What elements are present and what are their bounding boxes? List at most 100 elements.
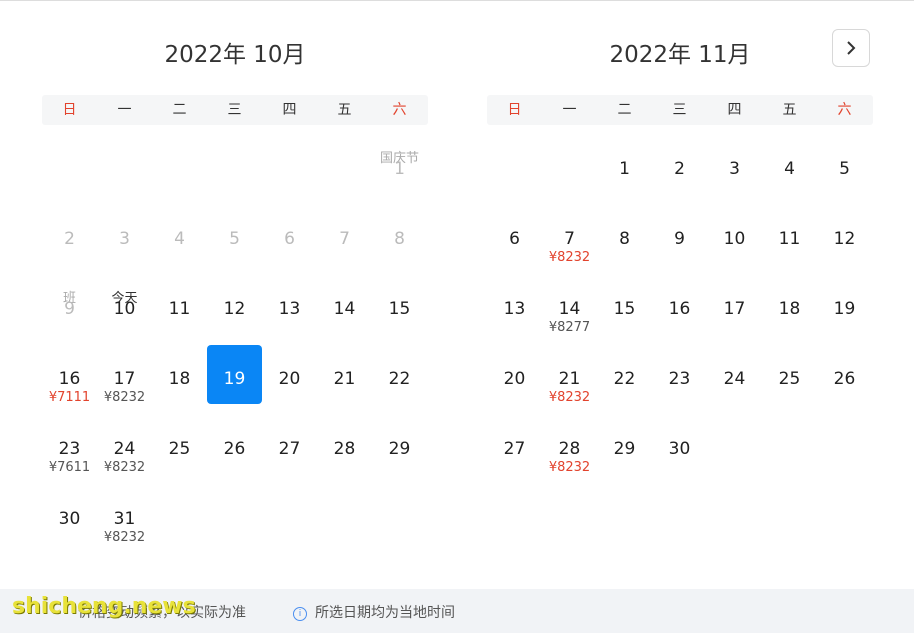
calendar-day[interactable]: 16 ¥7111	[42, 359, 97, 419]
calendar-day[interactable]: 12	[817, 219, 872, 279]
calendar-day[interactable]: 26	[817, 359, 872, 419]
day-number: 29	[388, 439, 411, 459]
weekday-label: 四	[727, 102, 742, 118]
day-number: 28	[558, 439, 581, 459]
day-price: ¥8232	[103, 460, 146, 475]
weekday-header: 日一二三四五六	[487, 95, 873, 125]
calendar-day[interactable]: 10	[707, 219, 762, 279]
day-number: 12	[223, 299, 246, 319]
calendar-day[interactable]: 31 ¥8232	[97, 499, 152, 559]
calendar-day[interactable]: 24	[707, 359, 762, 419]
day-number: 6	[284, 229, 295, 249]
calendar-day[interactable]: 4	[762, 149, 817, 209]
calendar-day[interactable]: 21 ¥8232	[542, 359, 597, 419]
calendar-day[interactable]: 6	[487, 219, 542, 279]
calendar-day[interactable]: 13	[487, 289, 542, 349]
month-title: 2022年 10月	[164, 42, 306, 68]
day-number: 26	[833, 369, 856, 389]
day-number: 17	[113, 369, 136, 389]
calendar-day[interactable]: 9	[652, 219, 707, 279]
calendar-day[interactable]: 11	[762, 219, 817, 279]
day-number: 21	[558, 369, 581, 389]
calendar-day[interactable]: 26	[207, 429, 262, 489]
calendar-day[interactable]: 20	[487, 359, 542, 419]
calendar-day[interactable]: 1	[597, 149, 652, 209]
weekday-label: 一	[117, 102, 132, 118]
calendar-day[interactable]: 27	[487, 429, 542, 489]
calendar-day[interactable]: 27	[262, 429, 317, 489]
day-number: 8	[394, 229, 405, 249]
day-price: ¥8232	[548, 460, 591, 475]
day-price: ¥8232	[548, 250, 591, 265]
calendar-day[interactable]: 11	[152, 289, 207, 349]
calendar-day[interactable]: 15	[597, 289, 652, 349]
day-number: 28	[333, 439, 356, 459]
calendar-day[interactable]: 22	[372, 359, 427, 419]
day-number: 25	[778, 369, 801, 389]
day-number: 4	[174, 229, 185, 249]
calendar-day[interactable]: 24 ¥8232	[97, 429, 152, 489]
day-number: 10	[723, 229, 746, 249]
day-number: 24	[113, 439, 136, 459]
calendar-day[interactable]: 28 ¥8232	[542, 429, 597, 489]
calendar-day[interactable]: 20	[262, 359, 317, 419]
calendar-day[interactable]: 14	[317, 289, 372, 349]
calendar-day[interactable]: 7 ¥8232	[542, 219, 597, 279]
calendar-day[interactable]: 18	[152, 359, 207, 419]
calendar-day[interactable]: 30	[42, 499, 97, 559]
day-number: 9	[674, 229, 685, 249]
chevron-right-icon	[847, 41, 856, 55]
calendar-day[interactable]: 16	[652, 289, 707, 349]
calendar-day[interactable]: 25	[762, 359, 817, 419]
calendar-day[interactable]: 8	[597, 219, 652, 279]
calendar-day[interactable]: 14 ¥8277	[542, 289, 597, 349]
day-number: 19	[223, 369, 246, 389]
day-number: 14	[558, 299, 581, 319]
day-price: ¥7111	[48, 390, 91, 405]
day-number: 10	[113, 299, 136, 319]
calendar-day[interactable]: 21	[317, 359, 372, 419]
day-number: 14	[333, 299, 356, 319]
next-month-button[interactable]	[832, 29, 870, 67]
day-number: 2	[674, 159, 685, 179]
calendar-day: 3	[97, 219, 152, 279]
calendar-day[interactable]: 30	[652, 429, 707, 489]
calendar-day-selected[interactable]: 19	[207, 345, 262, 419]
day-number: 21	[333, 369, 356, 389]
weekday-label: 五	[782, 102, 797, 118]
day-number: 8	[619, 229, 630, 249]
calendar-day[interactable]: 17 ¥8232	[97, 359, 152, 419]
day-number: 27	[278, 439, 301, 459]
day-number: 18	[778, 299, 801, 319]
timezone-note-text: 所选日期均为当地时间	[315, 605, 455, 621]
day-number: 7	[339, 229, 350, 249]
day-number: 25	[168, 439, 191, 459]
calendar-day[interactable]: 5	[817, 149, 872, 209]
timezone-note: i 所选日期均为当地时间	[293, 602, 455, 622]
calendar-day[interactable]: 29	[372, 429, 427, 489]
calendar-day[interactable]: 23	[652, 359, 707, 419]
calendar-day[interactable]: 29	[597, 429, 652, 489]
calendar-day[interactable]: 25	[152, 429, 207, 489]
weekday-label: 四	[282, 102, 297, 118]
calendar-day[interactable]: 12	[207, 289, 262, 349]
day-number: 1	[394, 159, 405, 179]
calendar-day: 4	[152, 219, 207, 279]
calendar-day[interactable]: 23 ¥7611	[42, 429, 97, 489]
day-number: 30	[668, 439, 691, 459]
calendar-day[interactable]: 22	[597, 359, 652, 419]
calendar-day[interactable]: 18	[762, 289, 817, 349]
calendar-day[interactable]: 19	[817, 289, 872, 349]
calendar-day[interactable]: 15	[372, 289, 427, 349]
calendar-day[interactable]: 2	[652, 149, 707, 209]
watermark-logo: shicheng.news	[12, 594, 196, 619]
calendar-day[interactable]: 17	[707, 289, 762, 349]
day-price: ¥8232	[103, 530, 146, 545]
calendar-day[interactable]: 今天 10	[97, 289, 152, 349]
month-title: 2022年 11月	[609, 42, 751, 68]
day-number: 18	[168, 369, 191, 389]
calendar-day[interactable]: 3	[707, 149, 762, 209]
calendar-day[interactable]: 13	[262, 289, 317, 349]
day-number: 20	[278, 369, 301, 389]
calendar-day[interactable]: 28	[317, 429, 372, 489]
